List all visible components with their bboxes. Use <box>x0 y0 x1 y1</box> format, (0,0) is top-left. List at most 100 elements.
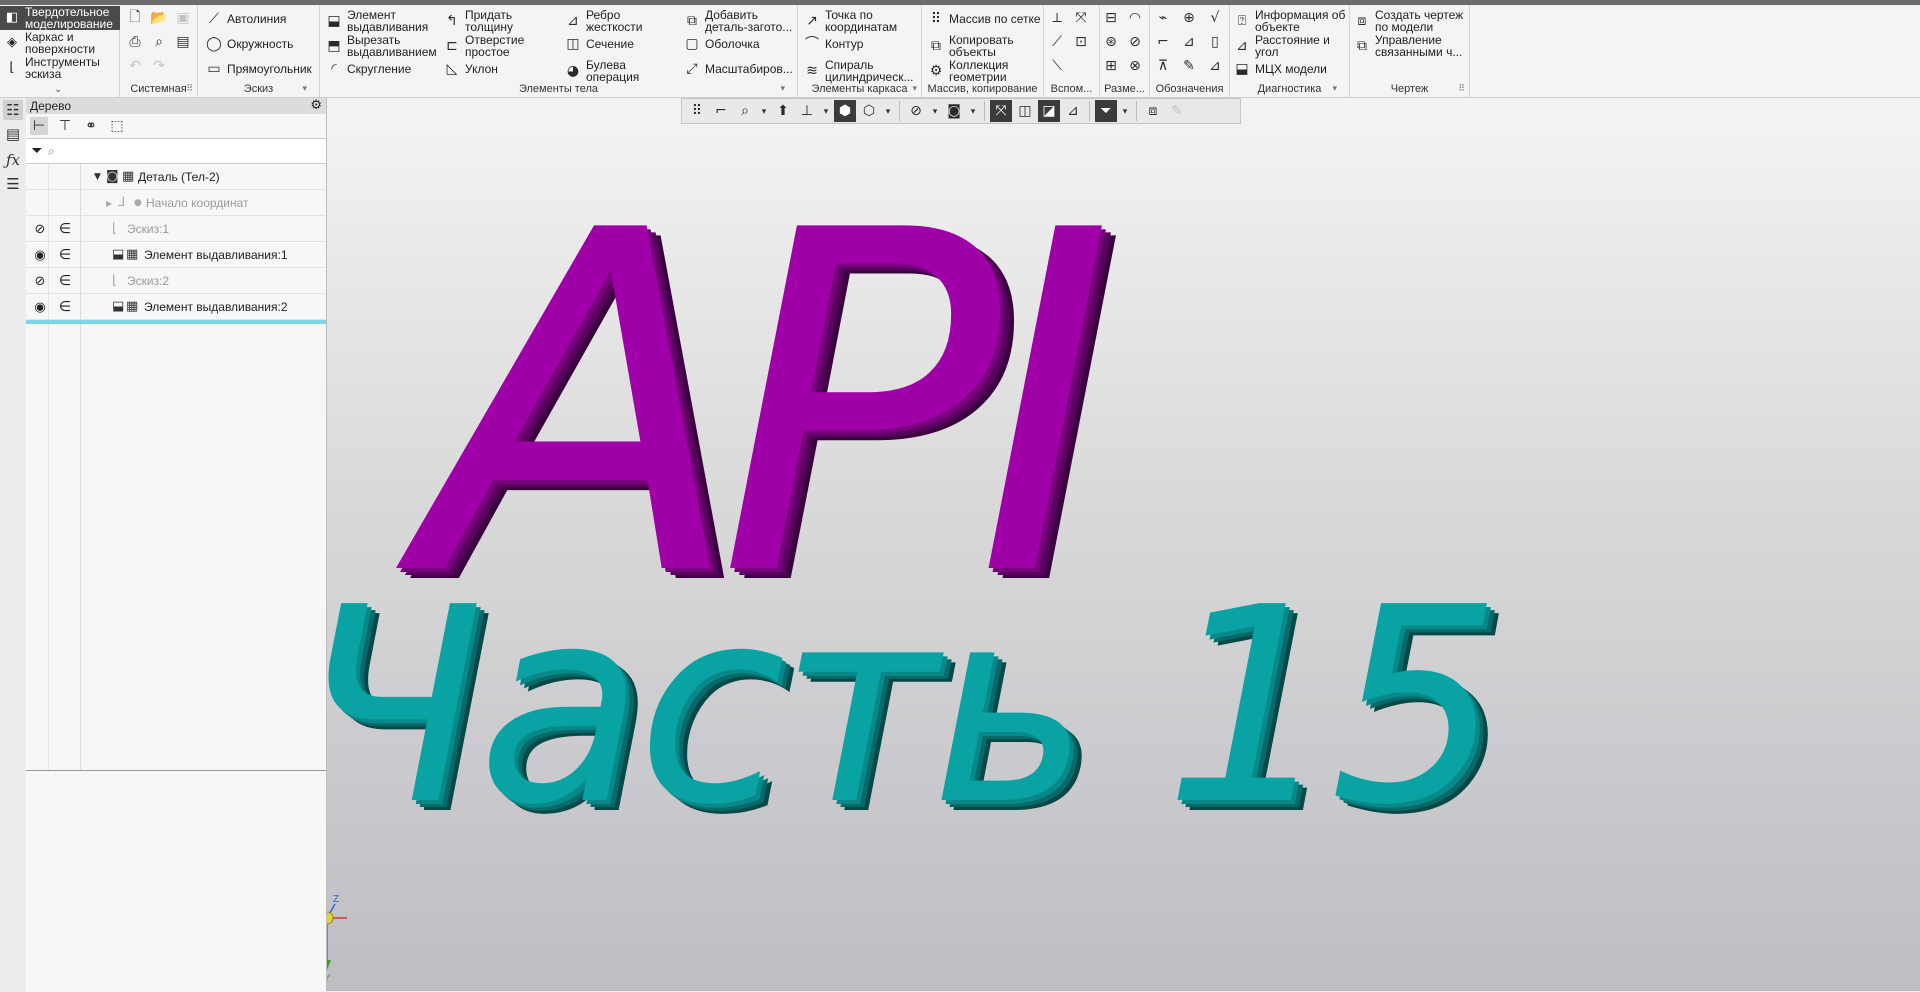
orientation-icon[interactable]: ⌐ <box>710 100 732 122</box>
drawing-view-icon[interactable]: ⧈ <box>1142 100 1164 122</box>
include-icon[interactable]: ∈ <box>58 247 72 263</box>
filter-icon[interactable]: ⏷ <box>1095 100 1117 122</box>
include-icon[interactable]: ∈ <box>58 221 72 237</box>
grid-array-button[interactable]: ⠿ Массив по сетке <box>928 11 1041 27</box>
tree-panel-icon[interactable]: ☷ <box>3 100 23 120</box>
filter-icon[interactable]: ⏷ <box>26 143 48 159</box>
layers-panel-icon[interactable]: ☰ <box>3 174 23 194</box>
print-icon[interactable]: ⎙ <box>126 33 144 51</box>
save-icon[interactable]: ▣ <box>174 9 192 27</box>
chevron-down-icon[interactable]: ▾ <box>302 83 307 94</box>
aux-axis-icon[interactable]: ⤧ <box>1072 9 1090 27</box>
eye-icon[interactable]: ◉ <box>32 300 48 315</box>
gear-icon[interactable]: ⚙ <box>310 98 322 114</box>
angle-dim-icon[interactable]: ◠ <box>1126 9 1144 27</box>
aux-point-icon[interactable]: ⟍ <box>1048 57 1066 75</box>
chevron-down-icon[interactable]: ▾ <box>967 106 979 117</box>
radius-dim-icon[interactable]: ⊛ <box>1102 33 1120 51</box>
expand-arrow-icon[interactable]: ▶ <box>106 199 112 208</box>
chevron-down-icon[interactable]: ▾ <box>758 106 770 117</box>
tree-search-input[interactable] <box>57 143 292 159</box>
shaded-view-icon[interactable]: ⬢ <box>834 100 856 122</box>
marker-icon[interactable]: ▯ <box>1206 33 1224 51</box>
save-as-icon[interactable]: ▤ <box>174 33 192 51</box>
chevron-down-icon[interactable]: ▾ <box>929 106 941 117</box>
distance-angle-button[interactable]: ⊿ Расстояние и угол <box>1234 34 1330 58</box>
auto-dim-icon[interactable]: ⊗ <box>1126 57 1144 75</box>
manage-linked-button[interactable]: ⧉ Управление связанными ч... <box>1354 34 1462 58</box>
tree-item-sketch-2[interactable]: ⊘ ∈ ⌊ Эскиз:2 <box>26 268 326 294</box>
section-view-icon[interactable]: ◫ <box>1014 100 1036 122</box>
weld-icon[interactable]: ⊼ <box>1154 57 1172 75</box>
tree-select-icon[interactable]: ⬚ <box>108 117 126 135</box>
rib-button[interactable]: ⊿ Ребро жесткости <box>565 9 642 33</box>
scale-button[interactable]: ⤢ Масштабиров... <box>684 61 792 77</box>
include-icon[interactable]: ∈ <box>58 299 72 315</box>
hide-show-icon[interactable]: ⊘ <box>905 100 927 122</box>
chevron-down-icon[interactable]: ▾ <box>1119 106 1131 117</box>
grip-icon[interactable]: ⠿ <box>686 100 708 122</box>
tree-item-extrude-2[interactable]: ◉ ∈ ⬓ ▦ Элемент выдавливания:2 <box>26 294 326 320</box>
rectangle-button[interactable]: ▭ Прямоугольник <box>206 61 311 77</box>
leader-icon[interactable]: ⌐ <box>1154 33 1172 51</box>
circle-button[interactable]: ◯ Окружность <box>206 36 293 52</box>
zoom-icon[interactable]: ⌕ <box>734 100 756 122</box>
mode-solid-modeling[interactable]: ◧ Твердотельное моделирование <box>0 6 120 30</box>
hidden-eye-icon[interactable]: ⊘ <box>32 222 48 237</box>
pen-icon[interactable]: ✎ <box>1166 100 1188 122</box>
3d-viewport[interactable]: API API API API Часть 15 Часть 15 Часть … <box>327 98 1920 991</box>
aux-line-icon[interactable]: ⟋ <box>1048 33 1066 51</box>
tree-item-part[interactable]: ▼ ◙ ▦ Деталь (Тел-2) <box>26 164 326 190</box>
properties-panel-icon[interactable]: ▤ <box>3 124 23 144</box>
aux-plane-icon[interactable]: ⟂ <box>1048 9 1066 27</box>
tree-hierarchy-icon[interactable]: ⊤ <box>56 117 74 135</box>
hidden-eye-icon[interactable]: ⊘ <box>32 274 48 289</box>
chevron-down-icon[interactable]: ⌄ <box>54 84 62 95</box>
tolerance-icon[interactable]: ⊿ <box>1180 33 1198 51</box>
chevron-down-icon[interactable]: ▾ <box>780 83 785 94</box>
visibility-icon[interactable]: ◙ <box>943 100 965 122</box>
redo-icon[interactable]: ↷ <box>150 57 168 75</box>
tree-item-origin[interactable]: ▶ ⅃ ● Начало координат <box>26 190 326 216</box>
mode-wireframe-surfaces[interactable]: ◈ Каркас и поверхности <box>0 31 120 55</box>
point-by-coords-button[interactable]: ↗ Точка по координатам <box>804 9 897 33</box>
measure-icon[interactable]: ⊿ <box>1062 100 1084 122</box>
local-cs-icon[interactable]: ◪ <box>1038 100 1060 122</box>
roughness-icon[interactable]: √ <box>1206 9 1224 27</box>
shell-button[interactable]: ▢ Оболочка <box>684 36 759 52</box>
base-icon[interactable]: ⊕ <box>1180 9 1198 27</box>
cut-extrude-button[interactable]: ⬒ Вырезать выдавливанием <box>326 34 436 58</box>
open-folder-icon[interactable]: 📂 <box>150 9 168 27</box>
tree-structure-icon[interactable]: ⊢ <box>30 117 48 135</box>
autoline-button[interactable]: ⟋ Автолиния <box>206 11 286 27</box>
section-button[interactable]: ◫ Сечение <box>565 36 634 52</box>
add-part-button[interactable]: ⧉ Добавить деталь-загото... <box>684 9 792 33</box>
diameter-dim-icon[interactable]: ⊘ <box>1126 33 1144 51</box>
chevron-down-icon[interactable]: ▾ <box>820 106 832 117</box>
contour-button[interactable]: ⌒ Контур <box>804 36 863 52</box>
mass-properties-button[interactable]: ⬓ МЦХ модели <box>1234 61 1326 77</box>
create-drawing-button[interactable]: ⧈ Создать чертеж по модели <box>1354 9 1464 33</box>
copy-objects-button[interactable]: ⧉ Копировать объекты <box>928 34 1014 58</box>
chevron-down-icon[interactable]: ▾ <box>882 106 894 117</box>
group-expand-icon[interactable]: ⠿ <box>1458 83 1465 94</box>
arc-dim-icon[interactable]: ⊞ <box>1102 57 1120 75</box>
aux-camera-icon[interactable]: ⊡ <box>1072 33 1090 51</box>
spiral-button[interactable]: ≋ Спираль цилиндрическ... <box>804 59 913 83</box>
expand-arrow-icon[interactable]: ▼ <box>94 172 101 182</box>
wire-view-icon[interactable]: ⬡ <box>858 100 880 122</box>
chevron-down-icon[interactable]: ▾ <box>912 83 917 94</box>
chevron-down-icon[interactable]: ▾ <box>1332 83 1337 94</box>
tree-components-icon[interactable]: ⚭ <box>82 117 100 135</box>
simple-hole-button[interactable]: ⊏ Отверстие простое <box>444 34 524 58</box>
undo-icon[interactable]: ↶ <box>126 57 144 75</box>
tree-item-extrude-1[interactable]: ◉ ∈ ⬓ ▦ Элемент выдавливания:1 <box>26 242 326 268</box>
tree-insertion-marker[interactable] <box>26 320 326 324</box>
view-axes-icon[interactable]: ⊥ <box>796 100 818 122</box>
eye-icon[interactable]: ◉ <box>32 248 48 263</box>
thread-icon[interactable]: ⌁ <box>1154 9 1172 27</box>
geometry-collection-button[interactable]: ⚙ Коллекция геометрии <box>928 59 1009 83</box>
fillet-button[interactable]: ◜ Скругление <box>326 61 411 77</box>
group-expand-icon[interactable]: ⠿ <box>186 83 193 94</box>
boolean-button[interactable]: ◕ Булева операция <box>565 59 639 83</box>
